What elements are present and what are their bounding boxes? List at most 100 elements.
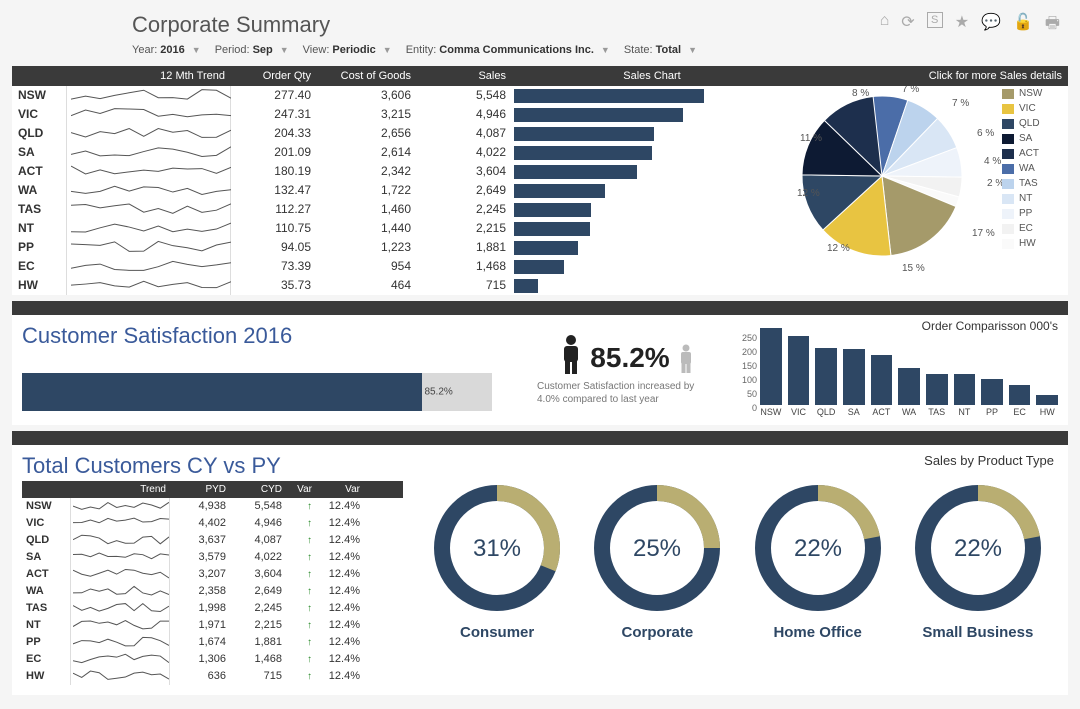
sparkline: [66, 124, 231, 143]
chat-icon[interactable]: 💬: [981, 12, 1001, 39]
table-row: NT 1,971 2,215 ↑ 12.4%: [22, 617, 403, 634]
table-row-region: EC: [12, 257, 66, 276]
donut-consumer: 31% Consumer: [427, 478, 567, 641]
table-row-region: NT: [12, 219, 66, 238]
filter-view[interactable]: View: Periodic ▼: [303, 44, 392, 56]
print-icon[interactable]: 🖶: [1045, 12, 1060, 39]
cost-of-goods: 3,215: [317, 105, 417, 124]
unlock-icon[interactable]: 🔓: [1013, 12, 1033, 39]
sparkline: [66, 257, 231, 276]
order-qty: 73.39: [231, 257, 317, 276]
order-bar: TAS: [926, 374, 948, 417]
sparkline: [66, 143, 231, 162]
table-row: EC 1,306 1,468 ↑ 12.4%: [22, 651, 403, 668]
donut-home-office: 22% Home Office: [748, 478, 888, 641]
table-row-region: PP: [12, 238, 66, 257]
table-row: PP 1,674 1,881 ↑ 12.4%: [22, 634, 403, 651]
cost-of-goods: 3,606: [317, 86, 417, 105]
cost-of-goods: 1,440: [317, 219, 417, 238]
refresh-icon[interactable]: ⟳: [901, 12, 914, 39]
table-row: TAS 1,998 2,245 ↑ 12.4%: [22, 600, 403, 617]
donut-chart[interactable]: 31%: [427, 478, 567, 618]
table-row-region: SA: [12, 143, 66, 162]
sales-bar: [512, 276, 792, 295]
toolbar-icons: ⌂ ⟳ S ★ 💬 🔓 🖶: [880, 12, 1068, 39]
up-arrow-icon: ↑: [307, 501, 312, 512]
sales-value: 1,468: [417, 257, 512, 276]
pie-chart[interactable]: 8 %7 %7 %6 %4 %2 %17 %15 %12 %12 %11 %: [792, 86, 1002, 281]
svg-text:25%: 25%: [633, 535, 681, 562]
up-arrow-icon: ↑: [307, 569, 312, 580]
sales-value: 4,087: [417, 124, 512, 143]
order-bar: WA: [898, 368, 920, 417]
sparkline: [66, 181, 231, 200]
sales-value: 4,022: [417, 143, 512, 162]
svg-text:17 %: 17 %: [972, 228, 995, 239]
cost-of-goods: 954: [317, 257, 417, 276]
svg-text:22%: 22%: [954, 535, 1002, 562]
sparkline: [66, 276, 231, 295]
filter-entity[interactable]: Entity: Comma Communications Inc. ▼: [406, 44, 610, 56]
order-comparison-yaxis: 250200150100500: [742, 333, 760, 413]
donut-chart[interactable]: 22%: [908, 478, 1048, 618]
sparkline: [66, 238, 231, 257]
sales-table-section: 12 Mth Trend Order Qty Cost of Goods Sal…: [12, 66, 1068, 295]
sales-bar: [512, 86, 792, 105]
person-icon: [560, 334, 582, 374]
order-bar: ACT: [871, 355, 893, 417]
sales-value: 2,215: [417, 219, 512, 238]
table-row-region: QLD: [12, 124, 66, 143]
up-arrow-icon: ↑: [307, 535, 312, 546]
up-arrow-icon: ↑: [307, 552, 312, 563]
svg-text:12 %: 12 %: [797, 188, 820, 199]
sparkline: [66, 219, 231, 238]
home-icon[interactable]: ⌂: [880, 12, 890, 39]
table-row-region: HW: [12, 276, 66, 295]
bottom-section: Total Customers CY vs PY Trend PYD CYD V…: [12, 445, 1068, 695]
sales-bar: [512, 181, 792, 200]
up-arrow-icon: ↑: [307, 586, 312, 597]
product-type-title: Sales by Product Type: [417, 453, 1054, 468]
sales-bar: [512, 143, 792, 162]
filter-period[interactable]: Period: Sep ▼: [215, 44, 289, 56]
donut-chart[interactable]: 22%: [748, 478, 888, 618]
order-bar: PP: [981, 379, 1003, 417]
sales-value: 5,548: [417, 86, 512, 105]
page-title: Corporate Summary: [132, 12, 697, 38]
sales-value: 715: [417, 276, 512, 295]
satisfaction-bar: 85.2%: [22, 373, 492, 411]
satisfaction-title: Customer Satisfaction 2016: [22, 323, 512, 349]
divider-bar: [12, 301, 1068, 315]
table-row: ACT 3,207 3,604 ↑ 12.4%: [22, 566, 403, 583]
cost-of-goods: 464: [317, 276, 417, 295]
sales-value: 3,604: [417, 162, 512, 181]
donut-small-business: 22% Small Business: [908, 478, 1048, 641]
sales-bar: [512, 219, 792, 238]
chevron-down-icon: ▼: [688, 45, 697, 55]
star-icon[interactable]: ★: [955, 12, 969, 39]
up-arrow-icon: ↑: [307, 603, 312, 614]
table-row-region: NSW: [12, 86, 66, 105]
table-row: VIC 4,402 4,946 ↑ 12.4%: [22, 515, 403, 532]
svg-text:8 %: 8 %: [852, 88, 869, 99]
order-qty: 201.09: [231, 143, 317, 162]
up-arrow-icon: ↑: [307, 637, 312, 648]
customers-title: Total Customers CY vs PY: [22, 453, 403, 479]
sales-bar: [512, 105, 792, 124]
table-row: QLD 3,637 4,087 ↑ 12.4%: [22, 532, 403, 549]
filter-year[interactable]: Year: 2016 ▼: [132, 44, 201, 56]
cost-of-goods: 2,656: [317, 124, 417, 143]
svg-text:22%: 22%: [794, 535, 842, 562]
sales-bar: [512, 124, 792, 143]
svg-text:12 %: 12 %: [827, 243, 850, 254]
order-bar: QLD: [815, 348, 837, 417]
sales-value: 2,649: [417, 181, 512, 200]
table-row-region: VIC: [12, 105, 66, 124]
sales-value: 4,946: [417, 105, 512, 124]
order-qty: 35.73: [231, 276, 317, 295]
donut-chart[interactable]: 25%: [587, 478, 727, 618]
square-s-icon[interactable]: S: [927, 12, 943, 28]
filter-state[interactable]: State: Total ▼: [624, 44, 697, 56]
order-comparison-title: Order Comparisson 000's: [742, 319, 1058, 333]
sales-value: 1,881: [417, 238, 512, 257]
